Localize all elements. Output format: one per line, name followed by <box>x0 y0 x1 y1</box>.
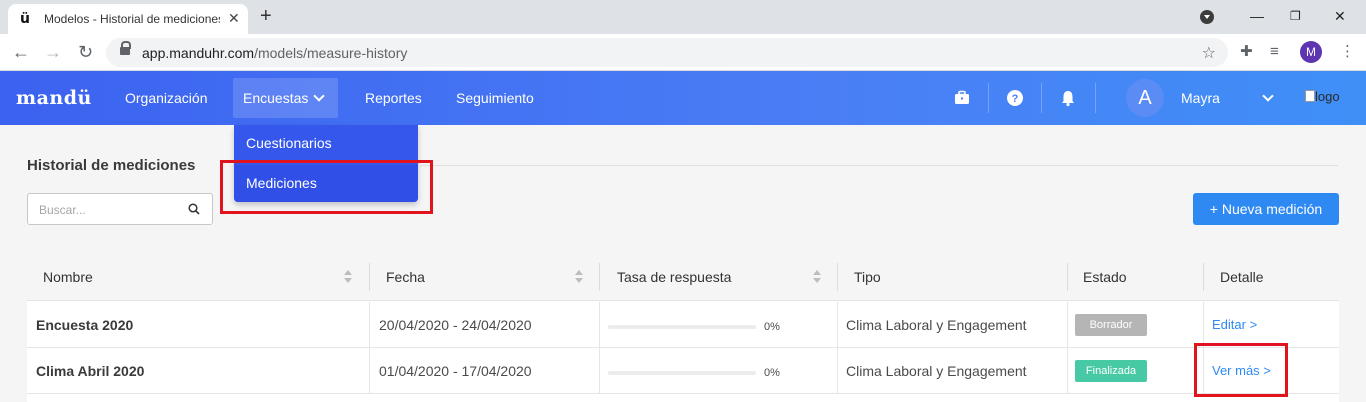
nav-organizacion[interactable]: Organización <box>125 90 208 106</box>
search-input[interactable]: Buscar... <box>27 193 213 225</box>
new-tab-icon[interactable]: + <box>260 6 272 26</box>
header-tasa[interactable]: Tasa de respuesta <box>617 269 731 285</box>
help-icon[interactable]: ? <box>1006 89 1024 107</box>
header-detalle: Detalle <box>1220 269 1264 285</box>
user-name[interactable]: Mayra <box>1181 90 1220 106</box>
new-measurement-button[interactable]: + Nueva medición <box>1193 193 1339 225</box>
cell-type: Clima Laboral y Engagement <box>846 363 1027 379</box>
divider <box>599 348 600 394</box>
table-header: Nombre Fecha Tasa de respuesta Tipo Esta… <box>27 253 1339 301</box>
search-placeholder: Buscar... <box>39 203 86 217</box>
bell-icon[interactable] <box>1059 89 1077 107</box>
response-rate-label: 0% <box>764 321 780 333</box>
sort-icon[interactable] <box>575 270 583 284</box>
response-rate-bar <box>608 371 756 375</box>
status-badge: Borrador <box>1075 314 1147 336</box>
extensions-icon[interactable]: ✚ <box>1240 44 1253 60</box>
cell-date: 20/04/2020 - 24/04/2020 <box>379 317 532 333</box>
broken-image-icon <box>1305 90 1315 102</box>
header-estado: Estado <box>1083 269 1127 285</box>
forward-icon[interactable]: → <box>44 42 62 62</box>
nav-seguimiento[interactable]: Seguimiento <box>456 90 534 106</box>
sort-icon[interactable] <box>344 270 352 284</box>
cell-name: Clima Abril 2020 <box>36 363 145 379</box>
nav-reportes[interactable]: Reportes <box>365 90 422 106</box>
divider <box>420 165 1338 166</box>
company-logo: logo <box>1305 89 1340 104</box>
menu-kebab-icon[interactable]: ⋮ <box>1340 44 1355 60</box>
response-rate-label: 0% <box>764 367 780 379</box>
favicon-icon: ü <box>20 11 30 27</box>
highlight-box-ver-mas <box>1194 343 1288 397</box>
nav-encuestas[interactable]: Encuestas <box>243 90 308 106</box>
close-window-icon[interactable]: ✕ <box>1334 8 1346 24</box>
divider <box>599 263 600 291</box>
divider <box>1041 83 1042 113</box>
brand-logo[interactable]: mandü <box>16 87 92 109</box>
reading-list-icon[interactable]: ≡ <box>1270 44 1279 60</box>
response-rate-bar <box>608 325 756 329</box>
chevron-down-icon[interactable] <box>1262 90 1274 102</box>
lock-icon <box>120 41 131 58</box>
browser-toolbar: ← → ↻ app.manduhr.com/models/measure-his… <box>0 34 1366 71</box>
tab-title: Modelos - Historial de mediciones <box>44 12 220 26</box>
divider <box>1095 83 1096 113</box>
minimize-icon[interactable]: — <box>1250 8 1264 24</box>
reload-icon[interactable]: ↻ <box>78 42 93 62</box>
measurements-table: Nombre Fecha Tasa de respuesta Tipo Esta… <box>27 253 1339 402</box>
url-text: app.manduhr.com/models/measure-history <box>142 45 408 61</box>
cell-date: 01/04/2020 - 17/04/2020 <box>379 363 532 379</box>
search-icon[interactable] <box>188 203 200 215</box>
divider <box>837 348 838 394</box>
divider <box>1203 263 1204 291</box>
browser-tab-strip: ü Modelos - Historial de mediciones ✕ + … <box>0 0 1366 34</box>
page-title: Historial de mediciones <box>27 157 196 174</box>
bookmark-star-icon[interactable]: ☆ <box>1202 43 1216 63</box>
avatar[interactable]: A <box>1126 79 1164 117</box>
cell-name: Encuesta 2020 <box>36 317 134 333</box>
header-nombre[interactable]: Nombre <box>43 269 93 285</box>
back-icon[interactable]: ← <box>12 42 30 62</box>
sort-icon[interactable] <box>813 270 821 284</box>
browser-tab[interactable]: ü Modelos - Historial de mediciones ✕ <box>8 4 248 34</box>
divider <box>369 263 370 291</box>
divider <box>1203 302 1204 348</box>
divider <box>1067 263 1068 291</box>
divider <box>988 83 989 113</box>
profile-avatar[interactable]: M <box>1300 41 1322 63</box>
header-tipo: Tipo <box>854 269 881 285</box>
highlight-box-mediciones <box>220 160 433 214</box>
table-row: Encuesta 2020 20/04/2020 - 24/04/2020 0%… <box>27 302 1339 348</box>
table-row: Clima Abril 2020 01/04/2020 - 17/04/2020… <box>27 348 1339 394</box>
briefcase-icon[interactable] <box>953 89 971 107</box>
maximize-icon[interactable]: ❐ <box>1290 8 1301 24</box>
divider <box>837 302 838 348</box>
divider <box>1067 302 1068 348</box>
divider <box>369 302 370 348</box>
svg-text:?: ? <box>1012 93 1019 105</box>
divider <box>837 263 838 291</box>
edit-link[interactable]: Editar > <box>1212 317 1257 332</box>
address-bar[interactable]: app.manduhr.com/models/measure-history ☆ <box>106 38 1228 67</box>
status-badge: Finalizada <box>1075 360 1147 382</box>
media-control-icon[interactable] <box>1200 10 1214 24</box>
divider <box>1067 348 1068 394</box>
dropdown-item-cuestionarios[interactable]: Cuestionarios <box>246 135 332 151</box>
close-tab-icon[interactable]: ✕ <box>228 11 240 25</box>
cell-type: Clima Laboral y Engagement <box>846 317 1027 333</box>
divider <box>369 348 370 394</box>
divider <box>599 302 600 348</box>
app-navbar: mandü Organización Encuestas Reportes Se… <box>0 71 1366 125</box>
header-fecha[interactable]: Fecha <box>386 269 425 285</box>
